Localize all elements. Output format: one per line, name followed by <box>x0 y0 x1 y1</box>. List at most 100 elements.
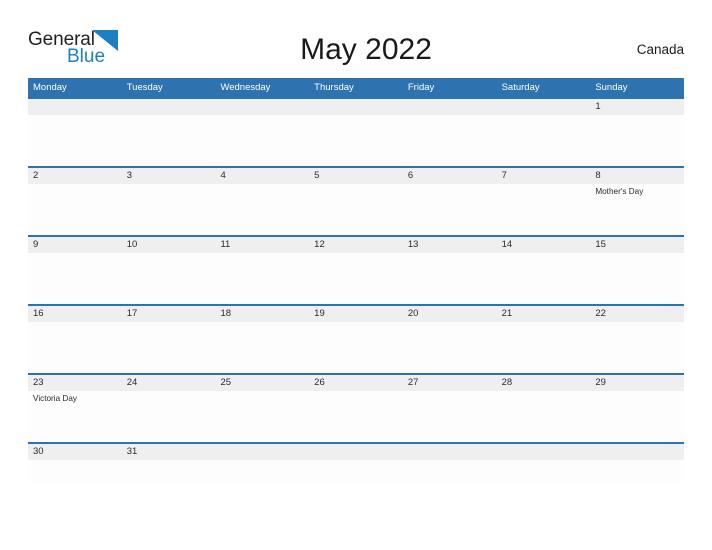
day-number[interactable] <box>403 99 497 115</box>
calendar-grid: Monday Tuesday Wednesday Thursday Friday… <box>28 78 684 482</box>
day-number[interactable]: 1 <box>590 99 684 115</box>
day-number[interactable]: 5 <box>309 168 403 184</box>
week-number-band: 9 10 11 12 13 14 15 <box>28 237 684 253</box>
day-cell[interactable] <box>590 115 684 166</box>
week-row: 9 10 11 12 13 14 15 <box>28 235 684 304</box>
logo-text-blue: Blue <box>67 46 106 67</box>
day-cell[interactable] <box>497 391 591 442</box>
calendar-header: General Blue May 2022 Canada <box>28 26 684 74</box>
day-cell[interactable] <box>122 460 216 482</box>
day-cell[interactable] <box>590 391 684 442</box>
week-number-band: 16 17 18 19 20 21 22 <box>28 306 684 322</box>
day-cell[interactable] <box>497 253 591 304</box>
day-number[interactable] <box>122 99 216 115</box>
day-number[interactable]: 3 <box>122 168 216 184</box>
day-number[interactable] <box>309 99 403 115</box>
day-number[interactable]: 4 <box>215 168 309 184</box>
day-cell[interactable] <box>215 115 309 166</box>
day-cell[interactable] <box>122 322 216 373</box>
day-number[interactable] <box>590 444 684 460</box>
day-number[interactable]: 24 <box>122 375 216 391</box>
page-title: May 2022 <box>300 33 432 66</box>
general-blue-logo[interactable]: General Blue <box>28 27 208 73</box>
day-cell[interactable] <box>403 253 497 304</box>
day-cell[interactable] <box>309 391 403 442</box>
day-cell[interactable] <box>590 322 684 373</box>
day-of-week-header-row: Monday Tuesday Wednesday Thursday Friday… <box>28 78 684 97</box>
day-number[interactable]: 20 <box>403 306 497 322</box>
week-number-band: 23 24 25 26 27 28 29 <box>28 375 684 391</box>
day-cell[interactable] <box>590 253 684 304</box>
day-number[interactable]: 16 <box>28 306 122 322</box>
day-number[interactable]: 13 <box>403 237 497 253</box>
day-number[interactable] <box>28 99 122 115</box>
day-cell[interactable] <box>403 460 497 482</box>
day-cell[interactable] <box>28 115 122 166</box>
day-number[interactable] <box>215 444 309 460</box>
week-event-band: Mother's Day <box>28 184 684 235</box>
day-cell[interactable] <box>497 115 591 166</box>
day-number[interactable]: 30 <box>28 444 122 460</box>
day-cell[interactable] <box>28 253 122 304</box>
day-number[interactable]: 27 <box>403 375 497 391</box>
day-number[interactable] <box>403 444 497 460</box>
day-number[interactable]: 14 <box>497 237 591 253</box>
day-cell[interactable] <box>403 322 497 373</box>
day-number[interactable]: 26 <box>309 375 403 391</box>
day-number[interactable]: 21 <box>497 306 591 322</box>
day-cell[interactable] <box>309 460 403 482</box>
day-cell[interactable] <box>403 115 497 166</box>
day-cell[interactable] <box>28 184 122 235</box>
day-cell[interactable] <box>403 391 497 442</box>
day-number[interactable]: 11 <box>215 237 309 253</box>
day-number[interactable]: 7 <box>497 168 591 184</box>
day-cell[interactable] <box>215 460 309 482</box>
day-number[interactable]: 19 <box>309 306 403 322</box>
day-number[interactable] <box>497 99 591 115</box>
day-number[interactable]: 6 <box>403 168 497 184</box>
day-cell[interactable] <box>122 115 216 166</box>
day-cell[interactable] <box>497 184 591 235</box>
day-cell[interactable]: Mother's Day <box>590 184 684 235</box>
day-number[interactable]: 17 <box>122 306 216 322</box>
day-number[interactable]: 22 <box>590 306 684 322</box>
day-number[interactable] <box>215 99 309 115</box>
day-cell[interactable] <box>28 322 122 373</box>
week-row: 16 17 18 19 20 21 22 <box>28 304 684 373</box>
day-cell[interactable] <box>497 322 591 373</box>
day-event: Victoria Day <box>33 394 77 403</box>
day-number[interactable]: 25 <box>215 375 309 391</box>
dow-tuesday: Tuesday <box>126 82 163 93</box>
day-cell[interactable] <box>122 391 216 442</box>
day-number[interactable]: 12 <box>309 237 403 253</box>
day-cell[interactable] <box>309 184 403 235</box>
day-number[interactable] <box>309 444 403 460</box>
week-row: 30 31 <box>28 442 684 482</box>
day-number[interactable]: 2 <box>28 168 122 184</box>
day-cell[interactable] <box>122 253 216 304</box>
day-cell[interactable] <box>309 115 403 166</box>
day-number[interactable]: 23 <box>28 375 122 391</box>
day-cell[interactable] <box>215 391 309 442</box>
day-cell[interactable] <box>590 460 684 482</box>
day-number[interactable]: 15 <box>590 237 684 253</box>
day-cell[interactable] <box>309 253 403 304</box>
day-cell[interactable] <box>215 184 309 235</box>
week-event-band <box>28 460 684 482</box>
day-number[interactable]: 31 <box>122 444 216 460</box>
day-cell[interactable]: Victoria Day <box>28 391 122 442</box>
day-cell[interactable] <box>403 184 497 235</box>
day-number[interactable]: 9 <box>28 237 122 253</box>
day-number[interactable]: 8 <box>590 168 684 184</box>
day-cell[interactable] <box>215 322 309 373</box>
day-cell[interactable] <box>497 460 591 482</box>
day-number[interactable]: 18 <box>215 306 309 322</box>
day-number[interactable] <box>497 444 591 460</box>
day-number[interactable]: 28 <box>497 375 591 391</box>
day-number[interactable]: 10 <box>122 237 216 253</box>
day-cell[interactable] <box>28 460 122 482</box>
day-cell[interactable] <box>215 253 309 304</box>
day-cell[interactable] <box>122 184 216 235</box>
day-number[interactable]: 29 <box>590 375 684 391</box>
day-cell[interactable] <box>309 322 403 373</box>
